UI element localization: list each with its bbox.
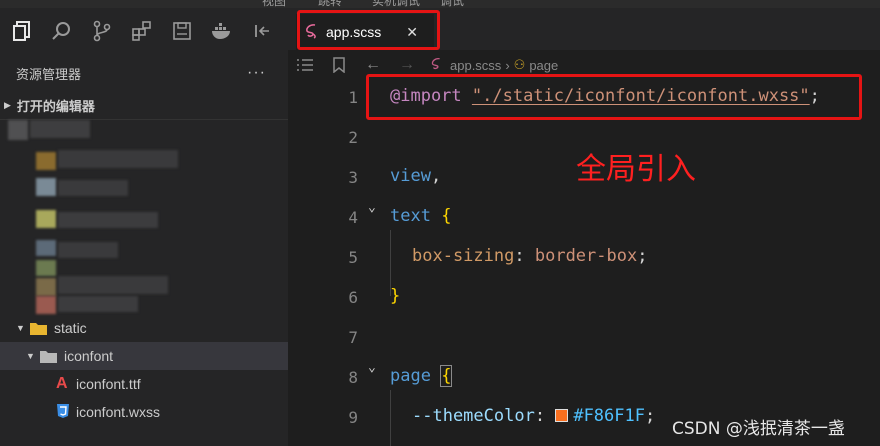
code-token: :	[514, 246, 525, 266]
list-icon[interactable]	[288, 58, 322, 72]
sass-file-icon	[430, 57, 444, 74]
tree-folder-static[interactable]: ▼ static	[0, 314, 288, 342]
symbol-icon: ⚇	[513, 57, 526, 72]
line-number: 8	[348, 368, 358, 387]
tree-file-iconfont-wxss[interactable]: iconfont.wxss	[0, 398, 288, 426]
code-token: box-sizing	[412, 246, 515, 266]
explorer-title: 资源管理器	[16, 66, 82, 82]
code-line-9: --themeColor: #F86F1F;	[412, 406, 655, 426]
folder-open-icon	[30, 322, 47, 335]
chevron-down-icon: ▼	[26, 351, 35, 361]
code-line-6: }	[390, 286, 400, 306]
code-token: {	[440, 365, 453, 387]
code-token: --themeColor	[412, 406, 535, 426]
code-token: ;	[644, 406, 656, 426]
forward-arrow-icon[interactable]: →	[390, 56, 424, 74]
indent-guide	[390, 390, 391, 446]
breadcrumb-separator: ›	[505, 57, 510, 73]
code-token: border-box	[534, 246, 638, 266]
extensions-icon[interactable]	[122, 11, 162, 51]
activity-toolbar	[0, 8, 288, 54]
code-editor[interactable]: 1 2 3 4 5 6 7 8 9 ⌄ ⌄ @import "./static/…	[288, 78, 880, 446]
code-token: ;	[637, 246, 648, 266]
tree-folder-iconfont[interactable]: ▼ iconfont	[0, 342, 288, 370]
fold-chevron-icon[interactable]: ⌄	[368, 360, 376, 375]
chevron-right-icon: ▶	[4, 100, 11, 110]
code-token: {	[441, 206, 452, 226]
annotation-text: 全局引入	[576, 152, 696, 187]
save-icon[interactable]	[162, 11, 202, 51]
code-token: page	[390, 366, 431, 386]
tree-item-label: iconfont.wxss	[76, 404, 161, 420]
line-number: 9	[348, 408, 358, 427]
title-fragment: 跳转	[318, 0, 343, 8]
tree-item-label: iconfont.ttf	[76, 376, 141, 392]
title-fragment: 视图	[262, 0, 287, 8]
chevron-down-icon: ▼	[16, 323, 25, 333]
css-file-icon	[56, 403, 76, 422]
color-swatch[interactable]	[555, 409, 569, 422]
code-token: #F86F1F	[573, 406, 645, 426]
code-line-4: text {	[390, 206, 451, 226]
explorer-icon[interactable]	[2, 11, 42, 51]
code-line-3: view,	[390, 166, 441, 186]
font-file-icon: A	[56, 375, 68, 392]
highlight-box-import	[366, 74, 862, 120]
line-number: 5	[348, 248, 358, 267]
redacted-file-list	[0, 120, 288, 316]
line-number: 3	[348, 168, 358, 187]
code-line-5: box-sizing: border-box;	[412, 246, 647, 266]
title-bar: 视图 跳转 实机调试 调试	[0, 0, 880, 8]
collapse-panel-icon[interactable]	[242, 11, 282, 51]
search-icon[interactable]	[42, 11, 82, 51]
bookmark-icon[interactable]	[322, 57, 356, 73]
code-token: ,	[430, 166, 442, 186]
code-token: view	[390, 166, 431, 186]
breadcrumb-symbol[interactable]: page	[529, 58, 558, 73]
title-fragment: 实机调试	[372, 0, 421, 8]
watermark: CSDN @浅抿清茶一盏	[672, 419, 845, 439]
tree-item-label: static	[54, 320, 87, 336]
source-control-icon[interactable]	[82, 11, 122, 51]
line-number: 1	[348, 88, 358, 107]
open-editors-section[interactable]: ▶ 打开的编辑器	[0, 92, 288, 120]
docker-icon[interactable]	[202, 11, 242, 51]
breadcrumb-file[interactable]: app.scss	[450, 58, 501, 73]
code-token: :	[534, 406, 546, 426]
highlight-box-tab	[297, 10, 440, 50]
tree-item-label: iconfont	[64, 348, 114, 364]
line-number: 6	[348, 288, 358, 307]
code-token: }	[390, 286, 401, 306]
line-number: 7	[348, 328, 358, 347]
title-fragment: 调试	[440, 0, 465, 8]
open-editors-label: 打开的编辑器	[16, 99, 95, 114]
tree-file-iconfont-ttf[interactable]: A iconfont.ttf	[0, 370, 288, 398]
line-number: 2	[348, 128, 358, 147]
explorer-header: 资源管理器 ···	[0, 54, 288, 92]
folder-open-icon	[40, 350, 57, 363]
line-number: 4	[348, 208, 358, 227]
code-token: text	[390, 206, 431, 226]
back-arrow-icon[interactable]: ←	[356, 56, 390, 74]
code-line-8: page {	[390, 365, 453, 387]
fold-chevron-icon[interactable]: ⌄	[368, 200, 376, 215]
more-actions-button[interactable]: ···	[247, 64, 266, 82]
